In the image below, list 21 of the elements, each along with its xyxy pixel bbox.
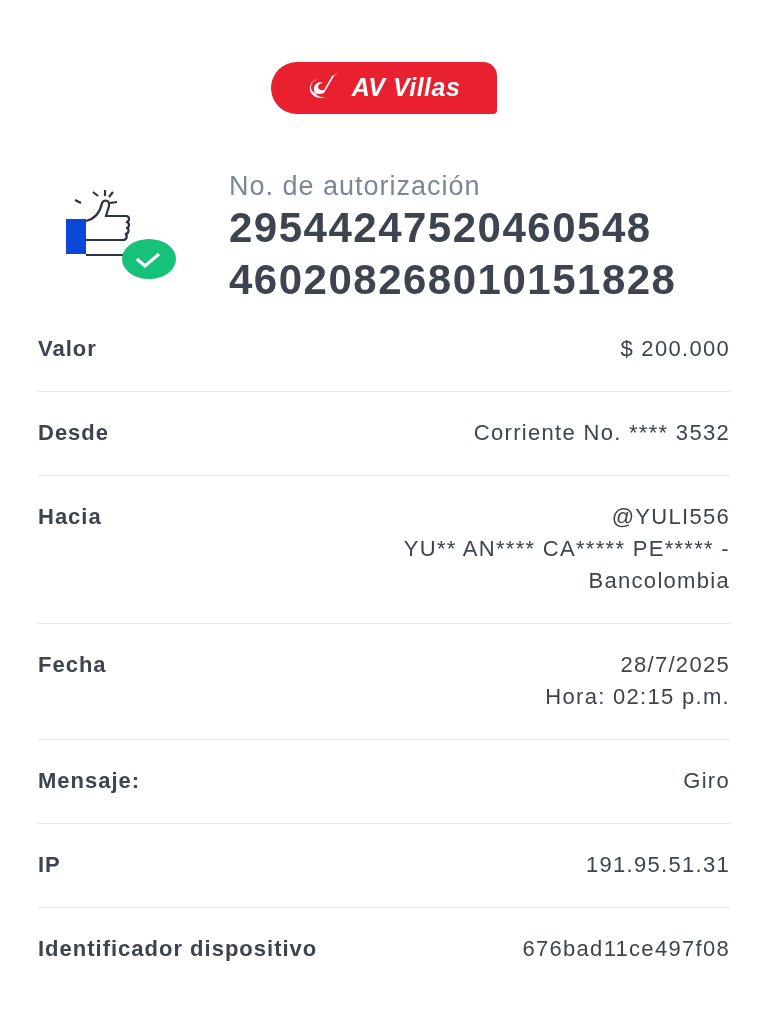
detail-value: 191.95.51.31 [585,851,730,880]
detail-value: Hora: 02:15 p.m. [545,683,730,712]
detail-value: Giro [683,767,730,796]
logo-text: AV Villas [351,72,461,104]
detail-label: Fecha [38,651,107,680]
detail-value: @YULI556 [610,503,730,532]
detail-label: Mensaje: [38,767,141,796]
detail-label: Desde [38,419,110,448]
detail-label: Valor [38,335,97,364]
detail-label: Hacia [38,503,102,532]
detail-value: 28/7/2025 [619,651,730,680]
detail-value: Corriente No. **** 3532 [473,419,730,448]
authorization-number: 29544247520460548 [229,203,653,254]
detail-label: IP [38,851,61,880]
detail-label: Identificador dispositivo [38,935,318,964]
detail-value: 676bad11ce497f08 [522,935,730,964]
detail-value: YU** AN**** CA***** PE***** - [403,535,730,564]
detail-value: Bancolombia [587,567,730,596]
detail-value: $ 200.000 [620,335,730,364]
authorization-number: 460208268010151828 [229,255,677,306]
authorization-label: No. de autorización [229,170,482,203]
